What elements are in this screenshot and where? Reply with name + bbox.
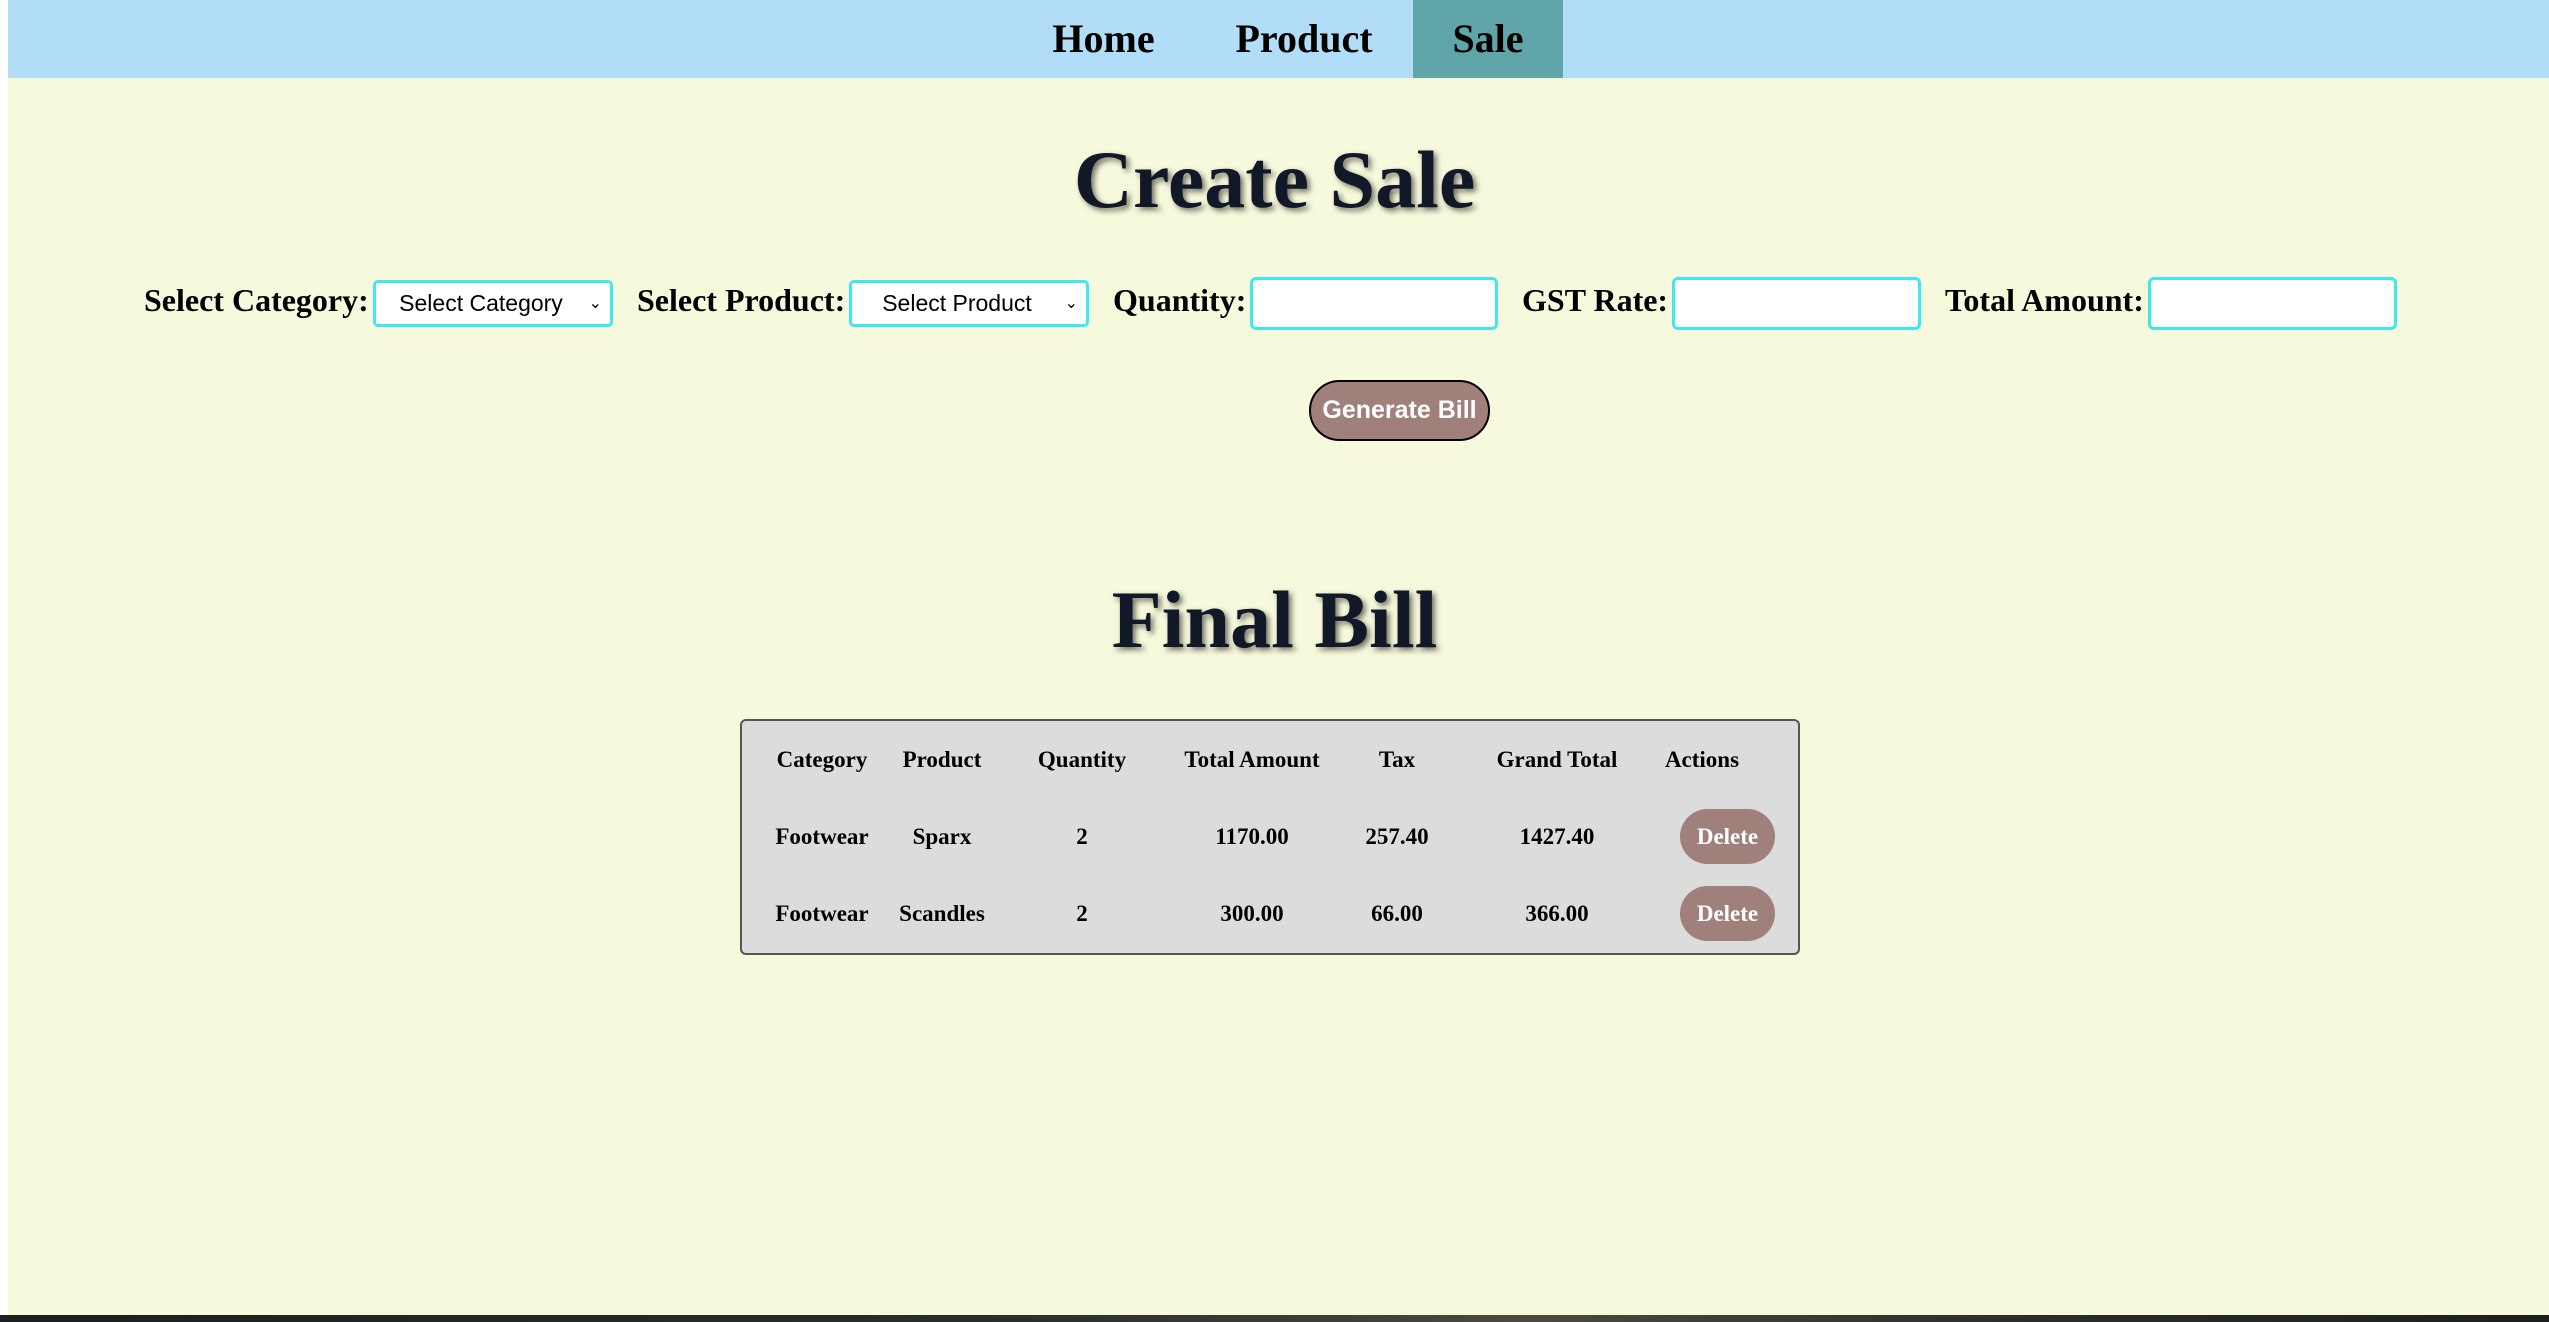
nav-product-link[interactable]: Product (1214, 0, 1394, 78)
table-cell-product: Scandles (899, 901, 985, 926)
chevron-down-icon: ⌄ (1064, 295, 1078, 312)
table-cell-quantity: 2 (1076, 901, 1088, 926)
table-cell-total-amount: 300.00 (1220, 901, 1284, 926)
total-amount-label: Total Amount: (1945, 282, 2144, 318)
nav-sale-link[interactable]: Sale (1413, 0, 1563, 78)
nav-home-link[interactable]: Home (1036, 0, 1171, 78)
table-cell-grand-total: 366.00 (1525, 901, 1589, 926)
create-sale-title: Create Sale (1073, 134, 1476, 225)
quantity-input[interactable] (1250, 277, 1498, 330)
page: Home Product Sale Create Sale Select Cat… (0, 0, 2549, 1322)
quantity-label: Quantity: (1113, 282, 1247, 318)
table-header-quantity: Quantity (1037, 747, 1127, 772)
generate-bill-button[interactable]: Generate Bill (1309, 380, 1490, 441)
gst-rate-label: GST Rate: (1522, 282, 1669, 318)
category-label: Select Category: (144, 282, 369, 318)
table-header-product: Product (902, 747, 982, 772)
bottom-edge-strip (0, 1315, 2549, 1322)
category-select-value: Select Category (399, 290, 563, 316)
table-cell-tax: 257.40 (1365, 824, 1429, 849)
table-header-grand-total: Grand Total (1496, 747, 1618, 772)
delete-row-button[interactable]: Delete (1680, 886, 1775, 941)
product-label: Select Product: (637, 282, 846, 318)
table-cell-category: Footwear (775, 901, 869, 926)
table-header-total-amount: Total Amount (1184, 747, 1320, 772)
final-bill-title: Final Bill (1111, 574, 1438, 665)
table-cell-product: Sparx (912, 824, 972, 849)
total-amount-input[interactable] (2148, 277, 2397, 330)
delete-row-button[interactable]: Delete (1680, 809, 1775, 864)
table-header-actions: Actions (1664, 747, 1740, 772)
table-header-category: Category (776, 747, 868, 772)
table-cell-grand-total: 1427.40 (1519, 824, 1595, 849)
bill-table: Category Product Quantity Total Amount T… (740, 719, 1800, 955)
table-cell-quantity: 2 (1076, 824, 1088, 849)
chevron-down-icon: ⌄ (588, 295, 602, 312)
table-cell-tax: 66.00 (1371, 901, 1423, 926)
table-cell-category: Footwear (775, 824, 869, 849)
product-select[interactable]: Select Product ⌄ (849, 280, 1089, 327)
gst-rate-input[interactable] (1672, 277, 1921, 330)
table-header-tax: Tax (1378, 747, 1416, 772)
top-navbar: Home Product Sale (8, 0, 2549, 78)
category-select[interactable]: Select Category ⌄ (373, 280, 613, 327)
table-cell-total-amount: 1170.00 (1215, 824, 1289, 849)
product-select-value: Select Product (882, 290, 1032, 316)
